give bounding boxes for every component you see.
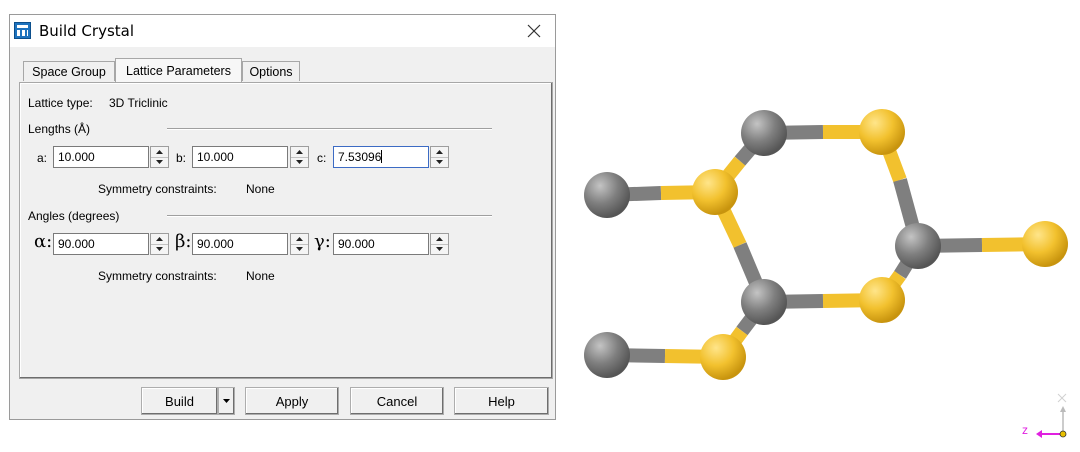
tab-label: Space Group: [32, 64, 106, 79]
lattice-type-label: Lattice type:: [28, 96, 93, 110]
c-length-spinner[interactable]: [430, 146, 449, 168]
sulfur-atom[interactable]: [700, 334, 746, 380]
carbon-atom[interactable]: [584, 332, 630, 378]
a-length-field[interactable]: 10.000: [53, 146, 149, 168]
b-length-spinner[interactable]: [290, 146, 309, 168]
gamma-label: γ:: [314, 231, 331, 252]
tab-label: Lattice Parameters: [126, 63, 231, 78]
tab-options[interactable]: Options: [242, 61, 300, 81]
a-length-spinner[interactable]: [150, 146, 169, 168]
carbon-atom[interactable]: [741, 110, 787, 156]
tab-label: Options: [249, 64, 293, 79]
gamma-angle-field[interactable]: 90.000: [333, 233, 429, 255]
gamma-angle-spinner[interactable]: [430, 233, 449, 255]
app-icon: [14, 22, 31, 39]
angles-heading: Angles (degrees): [28, 209, 120, 223]
length-symmetry-value: None: [246, 182, 275, 196]
close-button[interactable]: [513, 15, 555, 47]
alpha-label: α:: [34, 231, 53, 252]
tab-lattice-parameters[interactable]: Lattice Parameters: [115, 58, 242, 82]
angles-divider: [167, 215, 492, 217]
chevron-up-icon: [296, 150, 303, 154]
cancel-button[interactable]: Cancel: [350, 387, 444, 415]
apply-button[interactable]: Apply: [245, 387, 339, 415]
sulfur-atom[interactable]: [692, 169, 738, 215]
b-label: b:: [176, 151, 187, 165]
alpha-angle-field[interactable]: 90.000: [53, 233, 149, 255]
chevron-up-icon: [156, 237, 163, 241]
lattice-parameters-panel: Lattice type: 3D Triclinic Lengths (Å) a…: [19, 82, 553, 379]
close-icon: [527, 24, 541, 38]
lengths-heading: Lengths (Å): [28, 122, 91, 136]
build-crystal-dialog: Build Crystal Space Group Lattice Parame…: [9, 14, 556, 420]
window-title: Build Crystal: [39, 22, 134, 40]
z-axis-label: z: [1022, 423, 1028, 437]
alpha-angle-spinner[interactable]: [150, 233, 169, 255]
beta-angle-spinner[interactable]: [290, 233, 309, 255]
beta-label: β:: [175, 231, 192, 252]
lattice-type-value: 3D Triclinic: [109, 96, 168, 110]
b-length-field[interactable]: 10.000: [192, 146, 288, 168]
chevron-down-icon: [223, 399, 230, 403]
build-options-dropdown[interactable]: [218, 387, 235, 415]
axis-triad-icon: [1036, 393, 1067, 438]
axis-indicator: z: [1010, 380, 1080, 447]
carbon-atom[interactable]: [584, 172, 630, 218]
beta-angle-field[interactable]: 90.000: [192, 233, 288, 255]
c-length-field[interactable]: 7.53096: [333, 146, 429, 168]
build-button[interactable]: Build: [141, 387, 218, 415]
angle-symmetry-value: None: [246, 269, 275, 283]
carbon-atom[interactable]: [895, 223, 941, 269]
chevron-down-icon: [156, 247, 163, 251]
chevron-down-icon: [296, 247, 303, 251]
a-label: a:: [37, 151, 48, 165]
chevron-up-icon: [156, 150, 163, 154]
angle-symmetry-label: Symmetry constraints:: [98, 269, 217, 283]
c-label: c:: [317, 151, 327, 165]
molecule-view[interactable]: [570, 95, 1070, 395]
chevron-up-icon: [436, 237, 443, 241]
tab-space-group[interactable]: Space Group: [23, 61, 115, 81]
title-bar[interactable]: Build Crystal: [10, 15, 555, 47]
chevron-down-icon: [436, 247, 443, 251]
carbon-atom[interactable]: [741, 279, 787, 325]
sulfur-atom[interactable]: [1022, 221, 1068, 267]
sulfur-atom[interactable]: [859, 109, 905, 155]
text-caret: [381, 150, 383, 163]
chevron-down-icon: [156, 160, 163, 164]
sulfur-atom[interactable]: [859, 277, 905, 323]
chevron-up-icon: [436, 150, 443, 154]
lengths-divider: [167, 128, 492, 130]
chevron-down-icon: [436, 160, 443, 164]
help-button[interactable]: Help: [454, 387, 549, 415]
length-symmetry-label: Symmetry constraints:: [98, 182, 217, 196]
chevron-down-icon: [296, 160, 303, 164]
chevron-up-icon: [296, 237, 303, 241]
